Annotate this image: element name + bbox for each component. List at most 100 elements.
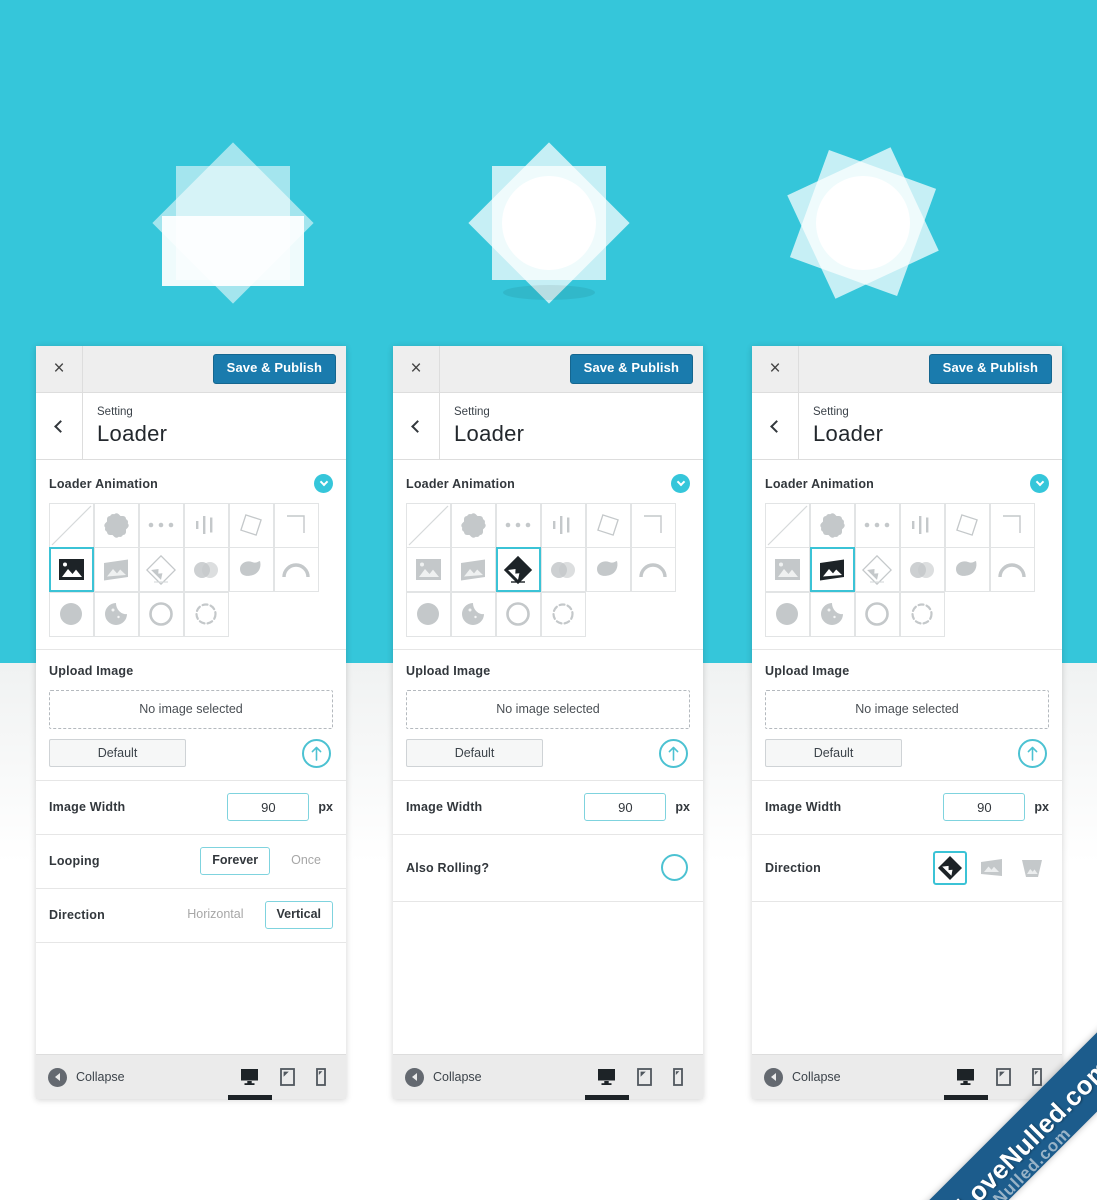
animation-option-none-slash-icon[interactable] <box>764 502 810 548</box>
image-dropzone[interactable]: No image selected <box>49 689 333 729</box>
back-button[interactable] <box>752 393 799 459</box>
animation-option-image-diamond-icon[interactable] <box>854 547 900 592</box>
animation-option-arc-icon[interactable] <box>989 547 1035 592</box>
animation-option-corner-icon[interactable] <box>273 502 319 548</box>
animation-option-none-slash-icon[interactable] <box>405 502 451 548</box>
image-diamond-icon[interactable] <box>933 850 967 885</box>
tablet-icon[interactable] <box>637 1068 652 1086</box>
also-rolling-toggle[interactable] <box>661 854 688 881</box>
animation-option-blob-icon[interactable] <box>228 547 274 592</box>
desktop-icon[interactable] <box>943 1068 988 1100</box>
close-icon[interactable]: × <box>752 346 799 392</box>
animation-option-image-diamond-icon[interactable] <box>495 547 541 592</box>
animation-option-ring-icon[interactable] <box>495 591 541 637</box>
collapse-button[interactable]: Collapse <box>405 1067 482 1087</box>
animation-option-two-circles-icon[interactable] <box>540 547 586 592</box>
animation-option-blob-icon[interactable] <box>944 547 990 592</box>
animation-option-corner-icon[interactable] <box>989 502 1035 548</box>
direction-option-vertical[interactable]: Vertical <box>264 901 333 929</box>
animation-option-none-slash-icon[interactable] <box>48 502 94 548</box>
animation-option-circle-icon[interactable] <box>764 591 810 637</box>
close-icon[interactable]: × <box>36 346 83 392</box>
animation-option-burst-icon[interactable] <box>93 502 139 548</box>
animation-option-burst-icon[interactable] <box>809 502 855 548</box>
save-publish-button[interactable]: Save & Publish <box>928 354 1052 384</box>
collapse-button[interactable]: Collapse <box>48 1067 125 1087</box>
image-skew-icon[interactable] <box>974 851 1008 885</box>
animation-option-bars-icon[interactable] <box>183 502 229 548</box>
animation-option-image-skew-icon[interactable] <box>93 547 139 592</box>
chevron-down-icon[interactable] <box>671 474 690 493</box>
animation-option-burst-icon[interactable] <box>450 502 496 548</box>
mobile-icon[interactable] <box>1032 1068 1042 1086</box>
image-width-input[interactable] <box>227 793 310 821</box>
animation-option-pie-icon[interactable] <box>809 591 855 637</box>
animation-option-gear-ring-icon[interactable] <box>540 591 586 637</box>
animation-option-gear-ring-icon[interactable] <box>899 591 945 637</box>
upload-image-block: Upload Image No image selected Default <box>752 649 1062 781</box>
chevron-down-icon[interactable] <box>1030 474 1049 493</box>
animation-option-two-circles-icon[interactable] <box>183 547 229 592</box>
direction-option-horizontal[interactable]: Horizontal <box>175 901 255 928</box>
image-dropzone[interactable]: No image selected <box>406 689 690 729</box>
animation-option-corner-icon[interactable] <box>630 502 676 548</box>
desktop-icon[interactable] <box>584 1068 629 1100</box>
desktop-icon[interactable] <box>227 1068 272 1100</box>
animation-option-bars-icon[interactable] <box>540 502 586 548</box>
looping-option-once[interactable]: Once <box>279 847 333 874</box>
animation-option-rotating-square-icon[interactable] <box>585 502 631 548</box>
loader-animation-grid[interactable] <box>48 502 320 637</box>
animation-option-image-fill-icon[interactable] <box>48 547 94 592</box>
animation-option-image-diamond-icon[interactable] <box>138 547 184 592</box>
upload-arrow-icon[interactable] <box>659 738 688 768</box>
animation-option-bars-icon[interactable] <box>899 502 945 548</box>
animation-option-rotating-square-icon[interactable] <box>228 502 274 548</box>
animation-option-blob-icon[interactable] <box>585 547 631 592</box>
animation-option-image-fill-icon[interactable] <box>764 547 810 592</box>
upload-arrow-icon[interactable] <box>302 738 331 768</box>
save-publish-button[interactable]: Save & Publish <box>569 354 693 384</box>
animation-option-circle-icon[interactable] <box>48 591 94 637</box>
animation-option-dots-icon[interactable] <box>495 502 541 548</box>
default-button[interactable]: Default <box>765 739 902 767</box>
back-button[interactable] <box>36 393 83 459</box>
animation-option-image-skew-icon[interactable] <box>450 547 496 592</box>
animation-option-circle-icon[interactable] <box>405 591 451 637</box>
tablet-icon[interactable] <box>280 1068 295 1086</box>
animation-option-two-circles-icon[interactable] <box>899 547 945 592</box>
animation-option-dots-icon[interactable] <box>138 502 184 548</box>
image-width-input[interactable] <box>943 793 1026 821</box>
close-icon[interactable]: × <box>393 346 440 392</box>
tablet-icon[interactable] <box>996 1068 1011 1086</box>
upload-arrow-icon[interactable] <box>1018 738 1047 768</box>
device-preview-group <box>943 1068 1050 1100</box>
animation-option-ring-icon[interactable] <box>138 591 184 637</box>
collapse-button[interactable]: Collapse <box>764 1067 841 1087</box>
animation-option-pie-icon[interactable] <box>93 591 139 637</box>
panel-filler <box>36 942 346 1054</box>
chevron-down-icon[interactable] <box>314 474 333 493</box>
animation-option-image-skew-icon[interactable] <box>809 547 855 592</box>
back-button[interactable] <box>393 393 440 459</box>
animation-option-gear-ring-icon[interactable] <box>183 591 229 637</box>
mobile-icon[interactable] <box>673 1068 683 1086</box>
image-trapezoid-icon[interactable] <box>1015 851 1049 885</box>
animation-option-dots-icon[interactable] <box>854 502 900 548</box>
mobile-icon[interactable] <box>316 1068 326 1086</box>
image-width-input[interactable] <box>584 793 667 821</box>
loader-animation-grid[interactable] <box>405 502 677 637</box>
animation-option-pie-icon[interactable] <box>450 591 496 637</box>
looping-option-forever[interactable]: Forever <box>200 847 271 875</box>
looping-options: Forever Once <box>200 847 333 875</box>
animation-option-image-fill-icon[interactable] <box>405 547 451 592</box>
animation-option-arc-icon[interactable] <box>630 547 676 592</box>
animation-option-rotating-square-icon[interactable] <box>944 502 990 548</box>
save-publish-button[interactable]: Save & Publish <box>212 354 336 384</box>
default-button[interactable]: Default <box>406 739 543 767</box>
loader-animation-grid[interactable] <box>764 502 1036 637</box>
animation-option-ring-icon[interactable] <box>854 591 900 637</box>
image-dropzone[interactable]: No image selected <box>765 689 1049 729</box>
customizer-panel-3: × Save & Publish Setting Loader Loader A… <box>752 346 1062 1100</box>
default-button[interactable]: Default <box>49 739 186 767</box>
animation-option-arc-icon[interactable] <box>273 547 319 592</box>
